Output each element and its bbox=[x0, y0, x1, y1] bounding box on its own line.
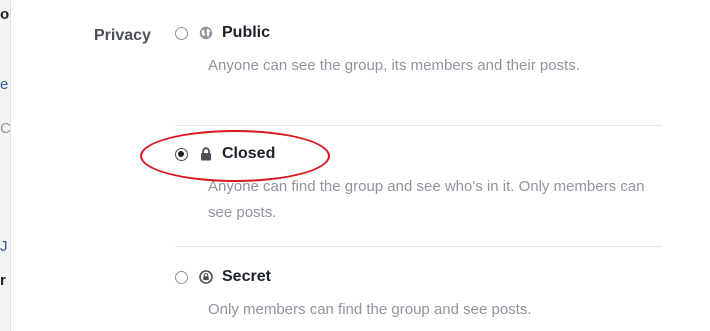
secret-radio[interactable] bbox=[175, 270, 188, 284]
left-edge-fragment: J bbox=[0, 238, 8, 255]
privacy-option-closed[interactable]: Closed Anyone can find the group and see… bbox=[175, 143, 644, 226]
divider bbox=[175, 125, 662, 126]
secret-title: Secret bbox=[222, 268, 271, 285]
public-radio[interactable] bbox=[175, 26, 188, 40]
cropped-left-panel: o e C J r bbox=[0, 0, 11, 331]
public-title: Public bbox=[222, 24, 271, 41]
left-edge-fragment: r bbox=[0, 272, 6, 289]
divider bbox=[175, 246, 662, 247]
group-privacy-settings: o e C J r Privacy Public Anyone can see … bbox=[0, 0, 710, 331]
closed-title: Closed bbox=[222, 145, 276, 162]
privacy-option-secret[interactable]: Secret Only members can find the group a… bbox=[175, 266, 635, 323]
globe-icon bbox=[199, 26, 213, 40]
privacy-label: Privacy bbox=[94, 27, 151, 44]
closed-description: Anyone can find the group and see who's … bbox=[208, 178, 645, 221]
privacy-option-public[interactable]: Public Anyone can see the group, its mem… bbox=[175, 22, 635, 79]
lock-icon bbox=[199, 147, 213, 161]
left-edge-fragment: e bbox=[0, 76, 9, 93]
left-edge-fragment: o bbox=[0, 6, 10, 23]
left-edge-fragment: C bbox=[0, 120, 10, 137]
secret-description: Only members can find the group and see … bbox=[208, 301, 532, 318]
closed-radio[interactable] bbox=[175, 147, 188, 161]
secret-icon bbox=[199, 270, 213, 284]
public-description: Anyone can see the group, its members an… bbox=[208, 57, 580, 74]
